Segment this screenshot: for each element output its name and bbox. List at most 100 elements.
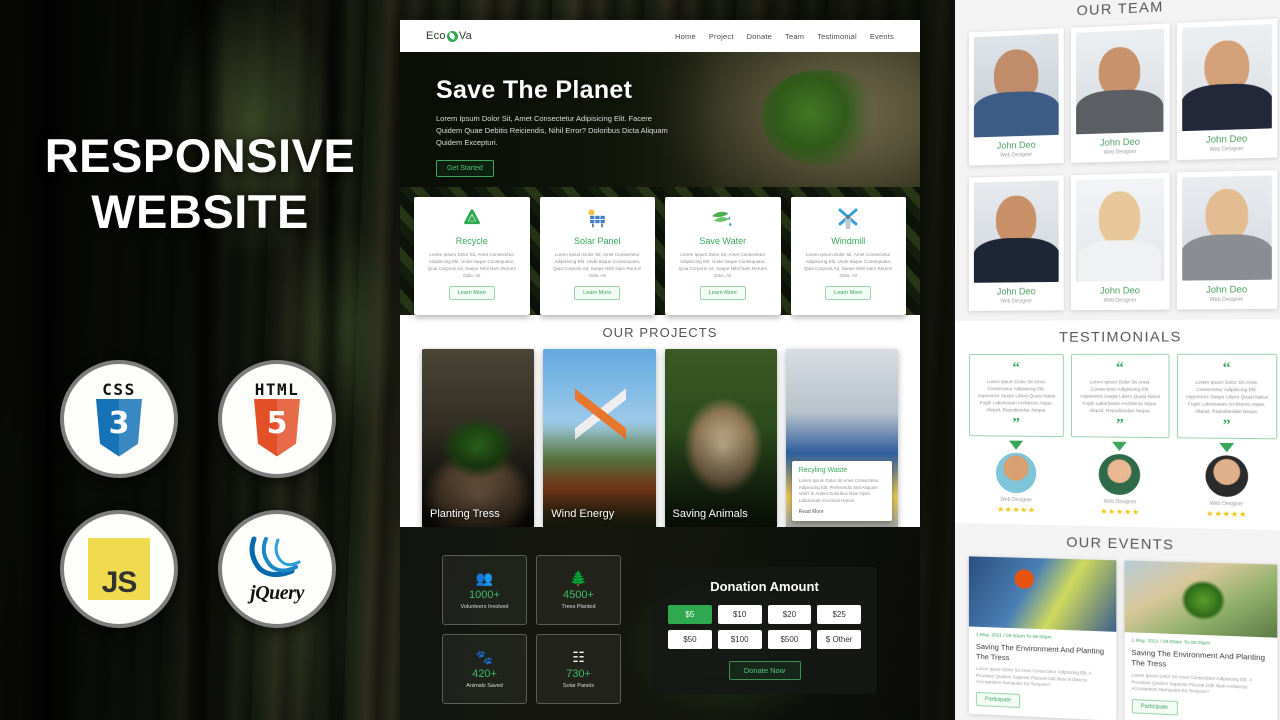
read-more-link[interactable]: Read More bbox=[799, 509, 885, 515]
feature-card-recycle[interactable]: Recycle Lorem Ipsum Dolor Sit, Amet Cons… bbox=[414, 197, 530, 315]
learn-more-button[interactable]: Learn More bbox=[574, 286, 621, 300]
feature-desc: Lorem Ipsum Dolor Sit, Amet Consectetur … bbox=[427, 252, 516, 278]
feature-card-save-water[interactable]: Save Water Lorem Ipsum Dolor Sit, Amet C… bbox=[665, 197, 781, 315]
event-card[interactable]: 1 May, 2021 / 09:00am To 06:00pm Saving … bbox=[1124, 560, 1278, 720]
participate-button[interactable]: Participate bbox=[975, 691, 1021, 708]
donation-panel: Donation Amount $5 $10 $20 $25 $50 $100 … bbox=[652, 567, 877, 694]
nav-item-events[interactable]: Events bbox=[870, 32, 894, 41]
site-logo[interactable]: Eco Va bbox=[426, 30, 472, 42]
people-icon: 👥 bbox=[475, 570, 494, 586]
amount-option-other[interactable]: $ Other bbox=[817, 630, 861, 649]
promo-title: RESPONSIVE WEBSITE bbox=[0, 128, 400, 240]
nav-item-team[interactable]: Team bbox=[785, 32, 804, 41]
event-card[interactable]: 1 May, 2021 / 09:00am To 06:00pm Saving … bbox=[968, 556, 1116, 720]
feature-card-windmill[interactable]: Windmill Lorem Ipsum Dolor Sit, Amet Con… bbox=[790, 197, 906, 315]
project-title: Wind Energy bbox=[551, 508, 615, 520]
testimonial-card: “ Lorem Ipsum Dolor Sit Amet, Consectetu… bbox=[1176, 353, 1278, 440]
participate-button[interactable]: Participate bbox=[1131, 698, 1178, 715]
nav-item-testimonial[interactable]: Testimonial bbox=[817, 32, 857, 41]
team-member-name: John Deo bbox=[1099, 136, 1140, 148]
feature-card-solar-panel[interactable]: Solar Panel Lorem Ipsum Dolor Sit, Amet … bbox=[539, 197, 655, 315]
team-member-card[interactable]: John Deo Web Designer bbox=[1071, 172, 1170, 311]
stats-grid: 👥 1000+ Volunteers Involved 🌲 4500+ Tree… bbox=[442, 555, 621, 704]
website-preview: Eco Va Home Project Donate Team Testimon… bbox=[400, 20, 920, 527]
amount-option-500[interactable]: $500 bbox=[767, 630, 812, 649]
team-member-name: John Deo bbox=[1099, 285, 1140, 296]
team-member-card[interactable]: John Deo Web Designer bbox=[1176, 18, 1278, 161]
nav-item-project[interactable]: Project bbox=[709, 32, 734, 41]
stat-trees: 🌲 4500+ Trees Planted bbox=[536, 555, 621, 625]
event-title: Saving The Environment And Planting The … bbox=[1131, 647, 1266, 669]
stats-donation-band: 👥 1000+ Volunteers Involved 🌲 4500+ Tree… bbox=[400, 527, 920, 720]
avatar bbox=[1181, 175, 1272, 281]
learn-more-button[interactable]: Learn More bbox=[448, 286, 495, 300]
project-card[interactable]: Planting Tress bbox=[422, 349, 535, 527]
feature-title: Save Water bbox=[699, 236, 747, 246]
team-member-name: John Deo bbox=[1206, 284, 1248, 295]
feature-desc: Lorem Ipsum Dolor Sit, Amet Consectetur … bbox=[678, 252, 767, 278]
team-member-card[interactable]: John Deo Web Designer bbox=[1176, 169, 1278, 310]
js-badge: JS bbox=[60, 510, 178, 628]
event-image bbox=[1124, 560, 1278, 638]
nav-item-donate[interactable]: Donate bbox=[747, 32, 772, 41]
stat-number: 730+ bbox=[566, 668, 591, 680]
team-member-card[interactable]: John Deo Web Designer bbox=[1071, 23, 1170, 163]
events-grid: 1 May, 2021 / 09:00am To 06:00pm Saving … bbox=[968, 556, 1278, 720]
stat-label: Volunteers Involved bbox=[460, 604, 509, 610]
team-member-role: Web Designer bbox=[1209, 145, 1244, 154]
html-badge: HTML 5 bbox=[218, 360, 336, 478]
stat-number: 4500+ bbox=[563, 589, 594, 601]
rating-stars: ★★★★★ bbox=[1206, 508, 1248, 520]
team-member-role: Web Designer bbox=[1000, 298, 1033, 305]
rating-stars: ★★★★★ bbox=[996, 504, 1036, 515]
hero-title: Save The Planet bbox=[436, 76, 633, 104]
get-started-button[interactable]: Get Started bbox=[436, 160, 494, 177]
amount-option-25[interactable]: $25 bbox=[817, 605, 861, 624]
team-member-role: Web Designer bbox=[1209, 296, 1244, 304]
team-member-card[interactable]: John Deo Web Designer bbox=[968, 28, 1065, 166]
learn-more-button[interactable]: Learn More bbox=[825, 286, 872, 300]
project-card[interactable]: Saving Animals bbox=[664, 349, 777, 527]
jquery-badge: jQuery bbox=[218, 510, 336, 628]
feature-desc: Lorem Ipsum Dolor Sit, Amet Consectetur … bbox=[804, 252, 893, 278]
water-drop-icon bbox=[671, 206, 775, 232]
amount-option-50[interactable]: $50 bbox=[668, 630, 712, 649]
quote-close-icon: ” bbox=[1012, 415, 1020, 432]
feature-cards: Recycle Lorem Ipsum Dolor Sit, Amet Cons… bbox=[400, 187, 920, 315]
project-title: Planting Tress bbox=[430, 508, 500, 520]
avatar bbox=[1076, 177, 1164, 282]
javascript-icon: JS bbox=[88, 538, 150, 600]
team-member-card[interactable]: John Deo Web Designer bbox=[968, 175, 1065, 311]
amount-option-10[interactable]: $10 bbox=[717, 605, 762, 624]
amount-option-5[interactable]: $5 bbox=[668, 605, 712, 624]
team-grid-row-2: John Deo Web Designer John Deo Web Desig… bbox=[968, 169, 1278, 311]
pointer-icon bbox=[1112, 441, 1128, 452]
projects-grid: Planting Tress Wind Energy Saving Animal… bbox=[400, 349, 920, 527]
learn-more-button[interactable]: Learn More bbox=[699, 286, 746, 300]
donate-now-button[interactable]: Donate Now bbox=[728, 661, 801, 680]
project-card[interactable]: Wind Energy bbox=[543, 349, 656, 527]
testimonial-text: Lorem Ipsum Dolor Sit Amet, Consectetur … bbox=[1080, 379, 1161, 414]
avatar bbox=[1099, 453, 1141, 496]
amount-option-100[interactable]: $100 bbox=[717, 630, 762, 649]
nav-item-home[interactable]: Home bbox=[675, 32, 696, 41]
testimonial-author: Web Designer ★★★★★ bbox=[969, 440, 1064, 515]
solar-icon: ☷ bbox=[572, 649, 585, 665]
donation-amount-options: $5 $10 $20 $25 $50 $100 $500 $ Other bbox=[668, 605, 861, 649]
quote-open-icon: “ bbox=[1012, 360, 1020, 377]
avatar bbox=[1076, 28, 1164, 135]
event-desc: Lorem Ipsum Dolor Sit Amet Consectetur A… bbox=[975, 665, 1092, 688]
projects-heading: OUR PROJECTS bbox=[602, 325, 718, 340]
testimonial-text: Lorem Ipsum Dolor Sit Amet, Consectetur … bbox=[1185, 379, 1268, 415]
events-heading: OUR EVENTS bbox=[1066, 533, 1175, 553]
team-section: OUR TEAM John Deo Web Designer John Deo … bbox=[955, 0, 1280, 177]
promo-line-1: RESPONSIVE bbox=[44, 129, 356, 182]
team-member-name: John Deo bbox=[996, 286, 1036, 297]
avatar bbox=[973, 180, 1060, 283]
author-role: Web Designer bbox=[1209, 500, 1244, 508]
project-card-recycling-waste[interactable]: Recyling Waste Lorem Ipsum Dolor Sit Ame… bbox=[785, 349, 898, 527]
team-section-row-2: John Deo Web Designer John Deo Web Desig… bbox=[955, 167, 1280, 321]
avatar bbox=[996, 452, 1037, 494]
quote-open-icon: “ bbox=[1222, 360, 1231, 377]
amount-option-20[interactable]: $20 bbox=[767, 605, 812, 624]
